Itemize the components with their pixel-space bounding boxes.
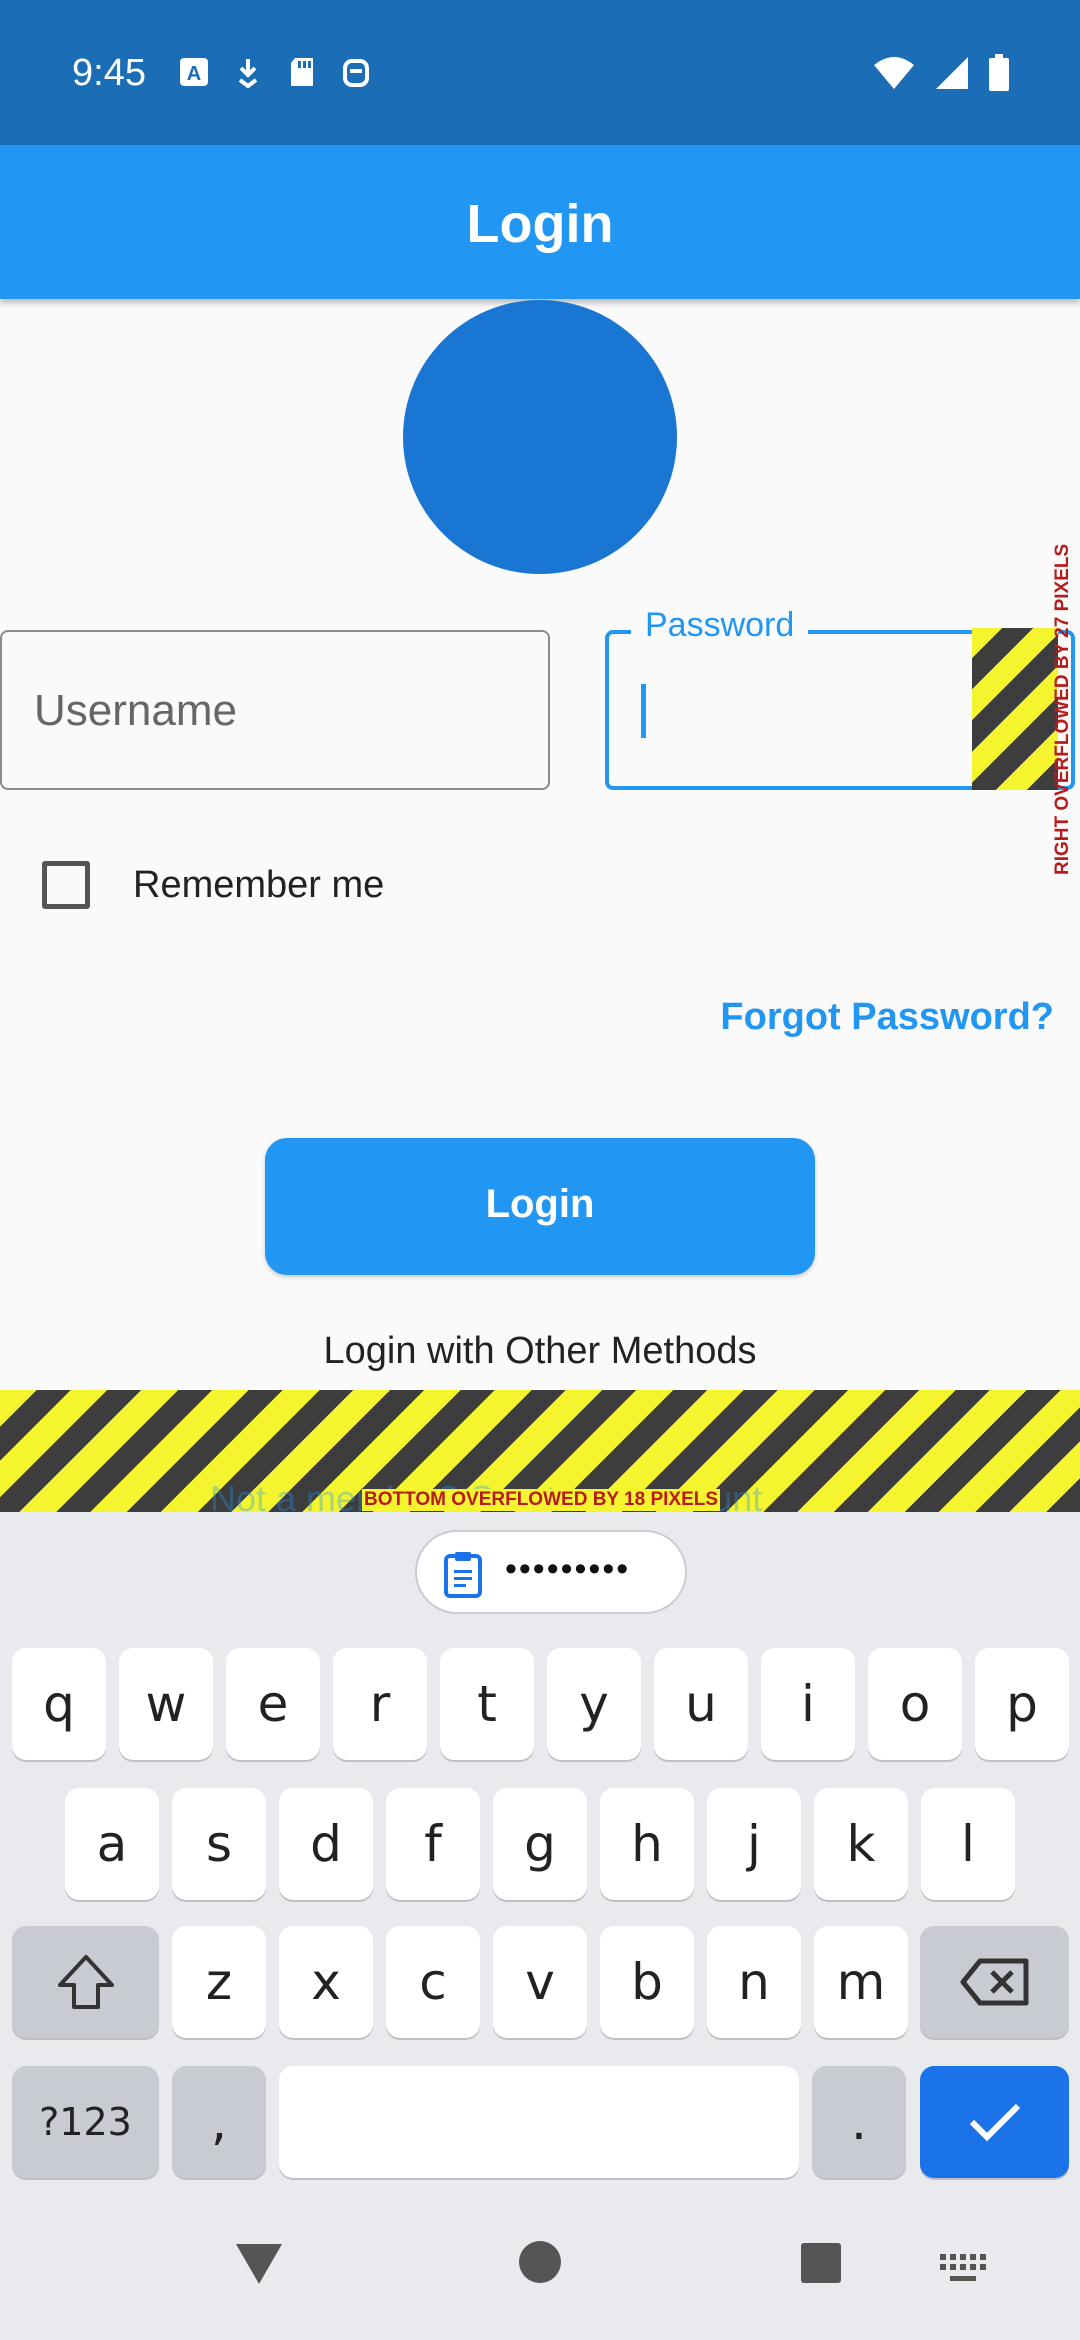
key-e[interactable]: e <box>226 1648 320 1760</box>
key-g[interactable]: g <box>493 1788 587 1900</box>
key-q[interactable]: q <box>12 1648 106 1760</box>
key-r[interactable]: r <box>333 1648 427 1760</box>
text-cursor <box>641 684 646 738</box>
forgot-password-link[interactable]: Forgot Password? <box>720 996 1054 1039</box>
avatar <box>403 300 677 574</box>
key-w[interactable]: w <box>119 1648 213 1760</box>
key-f[interactable]: f <box>386 1788 480 1900</box>
app-bar: Login <box>0 145 1080 299</box>
recents-icon[interactable] <box>800 2242 842 2284</box>
key-z[interactable]: z <box>172 1926 266 2038</box>
checkmark-icon <box>969 2103 1020 2142</box>
back-icon[interactable] <box>234 2242 284 2286</box>
shift-icon <box>57 1955 114 2009</box>
login-button-label: Login <box>485 1182 595 1226</box>
key-x[interactable]: x <box>279 1926 373 2038</box>
key-i[interactable]: i <box>761 1648 855 1760</box>
keyboard-switch-icon[interactable] <box>940 2254 986 2284</box>
key-u[interactable]: u <box>654 1648 748 1760</box>
shift-key[interactable] <box>12 1926 159 2038</box>
bottom-overflow-stripes: Not a member? Create an account BOTTOM O… <box>0 1390 1080 1512</box>
password-label: Password <box>631 606 809 645</box>
svg-text:A: A <box>187 63 201 85</box>
a-icon: A <box>178 56 210 88</box>
key-s[interactable]: s <box>172 1788 266 1900</box>
symbols-key[interactable]: ?123 <box>12 2066 159 2178</box>
key-d[interactable]: d <box>279 1788 373 1900</box>
home-icon[interactable] <box>518 2240 562 2284</box>
key-t[interactable]: t <box>440 1648 534 1760</box>
status-time: 9:45 <box>72 52 146 94</box>
key-m[interactable]: m <box>814 1926 908 2038</box>
sd-card-icon <box>286 56 318 88</box>
key-h[interactable]: h <box>600 1788 694 1900</box>
signal-icon <box>936 57 968 89</box>
navigation-bar <box>0 2192 1080 2340</box>
key-c[interactable]: c <box>386 1926 480 2038</box>
comma-key[interactable]: , <box>172 2066 266 2178</box>
username-field[interactable]: Username <box>0 630 550 790</box>
period-key[interactable]: . <box>812 2066 906 2178</box>
battery-icon <box>989 54 1009 91</box>
status-notification-icons: A <box>178 56 372 89</box>
right-overflow-stripes <box>972 628 1058 790</box>
clipboard-suggestion[interactable]: ••••••••• <box>415 1530 687 1614</box>
download-icon <box>232 56 264 89</box>
clipboard-suggestion-text: ••••••••• <box>505 1550 631 1588</box>
backspace-icon <box>960 1958 1028 2006</box>
status-bar: 9:45 A <box>0 0 1080 145</box>
page-title: Login <box>466 194 614 254</box>
username-placeholder: Username <box>34 686 237 735</box>
remember-me-label[interactable]: Remember me <box>133 864 384 907</box>
robot-icon <box>340 56 372 88</box>
key-k[interactable]: k <box>814 1788 908 1900</box>
done-key[interactable] <box>920 2066 1069 2178</box>
other-methods-label[interactable]: Login with Other Methods <box>0 1330 1080 1373</box>
key-v[interactable]: v <box>493 1926 587 2038</box>
remember-me-checkbox[interactable] <box>42 861 90 909</box>
status-system-icons <box>872 54 1010 92</box>
wifi-icon <box>874 57 914 89</box>
key-j[interactable]: j <box>707 1788 801 1900</box>
backspace-key[interactable] <box>920 1926 1069 2038</box>
key-o[interactable]: o <box>868 1648 962 1760</box>
clipboard-icon <box>444 1552 482 1598</box>
login-button[interactable]: Login <box>265 1138 815 1275</box>
key-y[interactable]: y <box>547 1648 641 1760</box>
space-key[interactable] <box>279 2066 799 2178</box>
key-l[interactable]: l <box>921 1788 1015 1900</box>
bottom-overflow-label: BOTTOM OVERFLOWED BY 18 PIXELS <box>362 1489 721 1511</box>
key-n[interactable]: n <box>707 1926 801 2038</box>
key-a[interactable]: a <box>65 1788 159 1900</box>
right-overflow-label: RIGHT OVERFLOWED BY 27 PIXELS <box>1052 543 1073 875</box>
key-b[interactable]: b <box>600 1926 694 2038</box>
key-p[interactable]: p <box>975 1648 1069 1760</box>
